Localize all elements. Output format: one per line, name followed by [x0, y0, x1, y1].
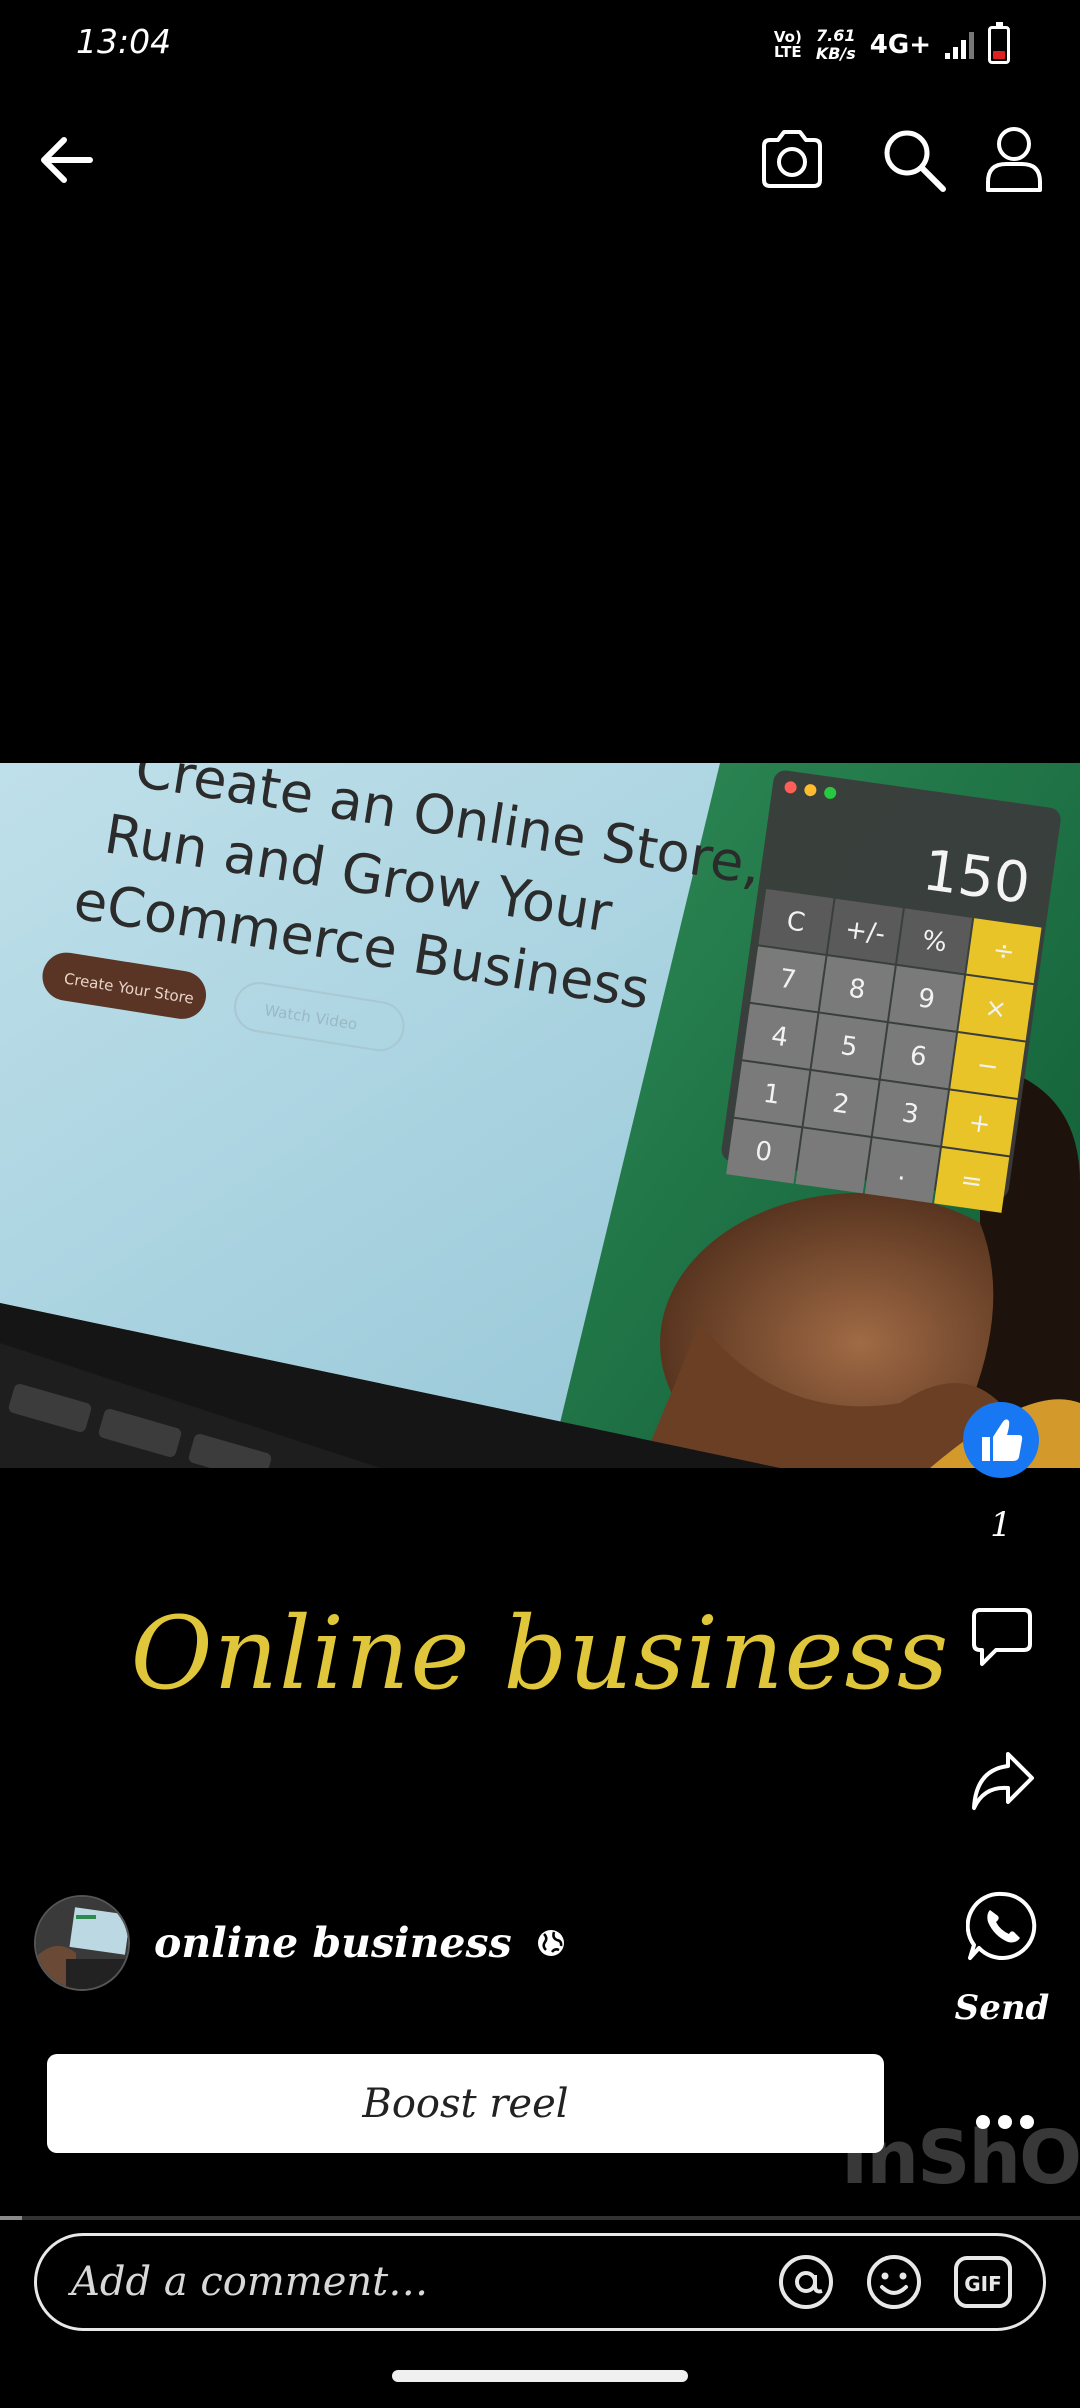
status-bar: 13:04 Vo) LTE 7.61 KB/s 4G+ — [0, 0, 1080, 90]
camera-icon[interactable] — [758, 126, 826, 192]
battery-icon — [988, 22, 1010, 64]
calculator-key-label: +/- — [843, 915, 887, 950]
calculator-key-label: ÷ — [991, 935, 1017, 968]
comment-icon[interactable] — [970, 1606, 1034, 1668]
mention-icon[interactable] — [777, 2253, 835, 2311]
volte-indicator: Vo) LTE — [773, 28, 802, 61]
avatar-image — [36, 1897, 128, 1989]
calculator-key-label: − — [975, 1050, 1001, 1083]
search-icon[interactable] — [880, 126, 948, 194]
avatar[interactable] — [34, 1895, 130, 1991]
gif-icon[interactable]: GIF — [953, 2255, 1013, 2309]
signal-icon — [945, 31, 974, 59]
network-speed-value: 7.61 — [816, 26, 856, 45]
comment-placeholder: Add a comment… — [71, 2259, 429, 2305]
network-speed: 7.61 KB/s — [816, 27, 856, 63]
boost-reel-button[interactable]: Boost reel — [47, 2054, 884, 2153]
calculator-key-label: × — [983, 993, 1009, 1026]
video-frame[interactable]: Create an Online Store, Run and Grow You… — [0, 763, 1080, 1468]
status-time: 13:04 — [76, 22, 172, 61]
network-type: 4G+ — [869, 30, 931, 60]
playback-progress-fill — [0, 2216, 22, 2220]
whatsapp-icon[interactable] — [966, 1890, 1038, 1962]
comment-icons: GIF — [777, 2253, 1013, 2311]
back-arrow-icon[interactable] — [34, 128, 98, 192]
network-speed-unit: KB/s — [815, 44, 856, 63]
share-icon[interactable] — [970, 1748, 1036, 1812]
globe-icon — [537, 1930, 564, 1956]
comment-input[interactable]: Add a comment… GIF — [34, 2233, 1046, 2331]
emoji-icon[interactable] — [865, 2253, 923, 2311]
video-calculator: 150 C +/-% ÷7 8 9 ×4 5 6 −1 2 3 +0. = — [721, 770, 1061, 1213]
author-name[interactable]: online business — [154, 1919, 512, 1967]
playback-progress[interactable] — [0, 2216, 1080, 2220]
reel-overlay-title: Online business — [130, 1595, 950, 1712]
calculator-key — [795, 1128, 871, 1194]
svg-text:GIF: GIF — [964, 2272, 1002, 2296]
author-row[interactable]: online business — [34, 1895, 566, 1991]
like-count: 1 — [990, 1505, 1012, 1545]
like-icon[interactable] — [962, 1401, 1040, 1479]
calculator-key-label: = — [959, 1165, 985, 1198]
calculator-key-label: % — [920, 925, 949, 958]
status-icons: Vo) LTE 7.61 KB/s 4G+ — [774, 20, 1010, 70]
calculator-key-label: + — [967, 1108, 993, 1141]
video-still: Create an Online Store, Run and Grow You… — [0, 763, 1080, 1468]
profile-icon[interactable] — [982, 124, 1046, 194]
send-label[interactable]: Send — [950, 1988, 1054, 2028]
battery-level — [993, 51, 1005, 59]
home-indicator[interactable] — [392, 2370, 688, 2382]
